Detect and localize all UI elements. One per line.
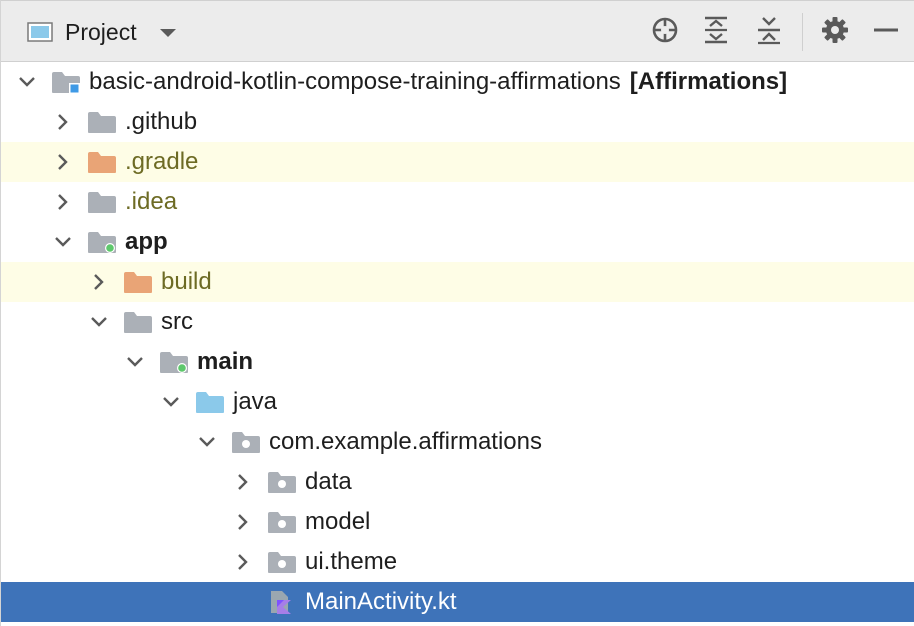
gear-icon <box>820 15 850 50</box>
tree-row[interactable]: com.example.affirmations <box>1 422 914 462</box>
chevron-down-icon[interactable] <box>161 392 181 412</box>
tree-row[interactable]: java <box>1 382 914 422</box>
chevron-down-icon[interactable] <box>17 72 37 92</box>
kotlin-file-icon <box>267 590 297 614</box>
chevron-right-icon[interactable] <box>233 552 253 572</box>
chevron-right-icon[interactable] <box>53 152 73 172</box>
project-window-icon <box>27 22 53 42</box>
package-folder-icon <box>231 430 261 454</box>
tree-item-label: com.example.affirmations <box>269 428 542 455</box>
tree-item-label: .github <box>125 108 198 135</box>
tree-item-label: java <box>233 388 278 415</box>
tree-item-label: build <box>161 268 212 295</box>
tree-row[interactable]: main <box>1 342 914 382</box>
tree-row[interactable]: app <box>1 222 914 262</box>
tree-row[interactable]: src <box>1 302 914 342</box>
project-tool-window: Project basic-android-kotlin-compose-tra… <box>0 0 914 626</box>
excluded-folder-icon <box>123 270 153 294</box>
folder-icon <box>123 310 153 334</box>
tree-item-label: model <box>305 508 371 535</box>
chevron-down-icon[interactable] <box>125 352 145 372</box>
tree-row[interactable]: model <box>1 502 914 542</box>
chevron-right-icon[interactable] <box>53 192 73 212</box>
tree-item-label: .idea <box>125 188 178 215</box>
collapse-all-button[interactable] <box>752 15 786 49</box>
tree-item-label: ui.theme <box>305 548 398 575</box>
locate-file-icon <box>650 15 680 50</box>
view-selector-label: Project <box>65 18 137 45</box>
locate-file-button[interactable] <box>648 15 682 49</box>
tree-item-label: .gradle <box>125 148 199 175</box>
package-folder-icon <box>267 550 297 574</box>
project-tree: basic-android-kotlin-compose-training-af… <box>1 62 914 622</box>
source-root-folder-icon <box>195 390 225 414</box>
chevron-down-icon[interactable] <box>197 432 217 452</box>
tree-item-label: app <box>125 228 168 255</box>
chevron-right-icon[interactable] <box>53 112 73 132</box>
package-folder-icon <box>267 470 297 494</box>
tree-row[interactable]: .idea <box>1 182 914 222</box>
tree-row[interactable]: ui.theme <box>1 542 914 582</box>
module-name-suffix: [Affirmations] <box>629 68 788 95</box>
tree-item-label: src <box>161 308 193 335</box>
chevron-right-icon[interactable] <box>233 472 253 492</box>
tree-row[interactable]: build <box>1 262 914 302</box>
tree-row[interactable]: .gradle <box>1 142 914 182</box>
folder-icon <box>87 190 117 214</box>
tree-row[interactable]: .github <box>1 102 914 142</box>
tree-item-label: data <box>305 468 352 495</box>
source-set-folder-icon <box>159 350 189 374</box>
chevron-right-icon[interactable] <box>233 512 253 532</box>
tree-row[interactable]: MainActivity.kt <box>1 582 914 622</box>
chevron-down-icon[interactable] <box>53 232 73 252</box>
project-toolbar: Project <box>1 0 914 62</box>
hide-panel-button[interactable] <box>869 15 903 49</box>
tree-item-label: MainActivity.kt <box>305 588 457 615</box>
project-root-folder-icon <box>51 70 81 94</box>
package-folder-icon <box>267 510 297 534</box>
folder-icon <box>87 110 117 134</box>
chevron-right-icon[interactable] <box>89 272 109 292</box>
module-folder-icon <box>87 230 117 254</box>
toolbar-separator <box>802 13 803 51</box>
settings-button[interactable] <box>818 15 852 49</box>
excluded-folder-icon <box>87 150 117 174</box>
hide-icon <box>871 15 901 50</box>
chevron-down-icon[interactable] <box>89 312 109 332</box>
chevron-down-icon <box>159 26 177 38</box>
expand-all-icon <box>701 15 731 50</box>
view-selector-dropdown[interactable]: Project <box>15 13 177 51</box>
tree-row[interactable]: basic-android-kotlin-compose-training-af… <box>1 62 914 102</box>
collapse-all-icon <box>754 15 784 50</box>
expand-all-button[interactable] <box>699 15 733 49</box>
tree-item-label: main <box>197 348 254 375</box>
tree-item-label: basic-android-kotlin-compose-training-af… <box>89 68 621 95</box>
tree-row[interactable]: data <box>1 462 914 502</box>
